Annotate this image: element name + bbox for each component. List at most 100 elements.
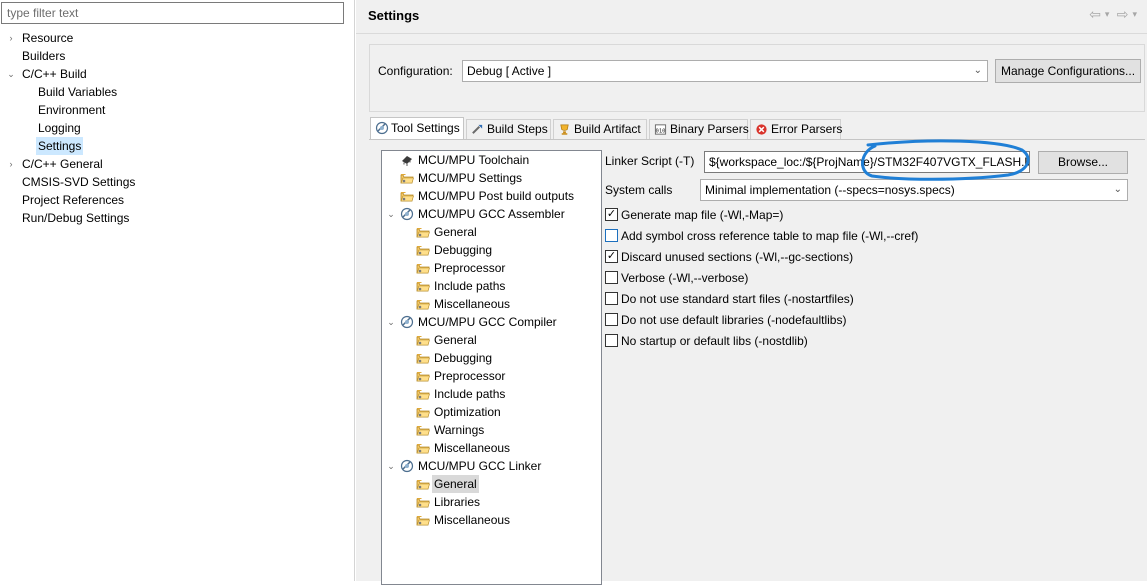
tree-item[interactable]: MCU/MPU Settings (382, 169, 601, 187)
folder-icon (416, 441, 430, 455)
chevron-down-icon[interactable]: ⌄ (386, 313, 396, 331)
tab-label: Build Steps (487, 122, 548, 136)
tool-icon (400, 459, 414, 473)
tree-item[interactable]: General (382, 223, 601, 241)
folder-icon (416, 477, 430, 491)
tool-settings-icon (375, 121, 389, 135)
back-arrow-icon[interactable]: ⇦ (1089, 6, 1101, 23)
forward-dropdown-icon[interactable]: ▾ (1132, 9, 1137, 20)
option-label: Do not use default libraries (-nodefault… (621, 313, 847, 327)
tab-binary-parsers[interactable]: 010 Binary Parsers (649, 119, 749, 139)
nav-item[interactable]: Build Variables (0, 83, 350, 101)
properties-nav-tree: › Resource Builders ⌄ C/C++ Build Build Varia… (0, 29, 350, 227)
tree-item[interactable]: Include paths (382, 277, 601, 295)
option-checkbox[interactable] (605, 334, 618, 347)
option-checkbox[interactable] (605, 271, 618, 284)
tab-error-parsers[interactable]: Error Parsers (750, 119, 843, 139)
configuration-select[interactable]: Debug [ Active ] ⌄ (462, 60, 988, 82)
tree-item-label: Warnings (434, 423, 485, 437)
chevron-down-icon[interactable]: ⌄ (6, 65, 16, 83)
system-calls-select[interactable]: Minimal implementation (--specs=nosys.sp… (700, 179, 1128, 201)
folder-icon (416, 297, 430, 311)
option-checkbox[interactable] (605, 313, 618, 326)
tree-item[interactable]: Miscellaneous (382, 439, 601, 457)
tree-item-label: General (434, 333, 477, 347)
nav-item-label: C/C++ General (22, 157, 103, 171)
tab-label: Build Artifact (574, 122, 641, 136)
nav-item[interactable]: CMSIS-SVD Settings (0, 173, 350, 191)
tree-item-label: Miscellaneous (434, 513, 511, 527)
properties-nav-pane: › Resource Builders ⌄ C/C++ Build Build Varia… (0, 0, 355, 581)
chevron-right-icon[interactable]: › (6, 29, 16, 47)
manage-configurations-button[interactable]: Manage Configurations... (995, 59, 1141, 83)
nav-item[interactable]: Settings (0, 137, 350, 155)
tree-item[interactable]: Debugging (382, 241, 601, 259)
nav-item-label: CMSIS-SVD Settings (22, 175, 136, 189)
tree-item[interactable]: MCU/MPU Toolchain (382, 151, 601, 169)
filter-input[interactable] (1, 2, 344, 24)
option-checkbox[interactable] (605, 292, 618, 305)
nav-item[interactable]: › C/C++ General (0, 155, 350, 173)
browse-button[interactable]: Browse... (1038, 151, 1128, 174)
tab-tool-settings[interactable]: Tool Settings (370, 117, 464, 139)
tree-item-label: Preprocessor (434, 261, 506, 275)
folder-icon (416, 243, 430, 257)
tree-item[interactable]: Warnings (382, 421, 601, 439)
configuration-label: Configuration: (378, 64, 453, 78)
nav-item[interactable]: Run/Debug Settings (0, 209, 350, 227)
tree-item[interactable]: ⌄ MCU/MPU GCC Linker (382, 457, 601, 475)
nav-item[interactable]: Project References (0, 191, 350, 209)
nav-item-label: Run/Debug Settings (22, 211, 130, 225)
linker-general-form: Linker Script (-T) ${workspace_loc:/${Pr… (605, 150, 1145, 580)
nav-item[interactable]: › Resource (0, 29, 350, 47)
tree-item-label: Preprocessor (434, 369, 506, 383)
settings-tabs: Tool Settings Build Steps Build Artifact 01… (369, 117, 1145, 139)
chevron-down-icon[interactable]: ⌄ (386, 457, 396, 475)
nav-item-label: Environment (38, 103, 106, 117)
folder-icon (416, 405, 430, 419)
folder-icon (400, 189, 414, 203)
linker-script-input[interactable]: ${workspace_loc:/${ProjName}/STM32F407VG… (704, 151, 1030, 173)
nav-item[interactable]: Logging (0, 119, 350, 137)
folder-icon (416, 513, 430, 527)
tree-item[interactable]: ⌄ MCU/MPU GCC Assembler (382, 205, 601, 223)
nav-item-label: Builders (22, 49, 66, 63)
chevron-down-icon[interactable]: ⌄ (386, 205, 396, 223)
tree-item[interactable]: MCU/MPU Post build outputs (382, 187, 601, 205)
nav-item-label: Project References (22, 193, 125, 207)
tree-item[interactable]: ⌄ MCU/MPU GCC Compiler (382, 313, 601, 331)
tree-item[interactable]: Include paths (382, 385, 601, 403)
tree-item[interactable]: Libraries (382, 493, 601, 511)
tree-item[interactable]: Optimization (382, 403, 601, 421)
forward-arrow-icon[interactable]: ⇨ (1117, 6, 1129, 23)
nav-item[interactable]: Builders (0, 47, 350, 65)
tree-item[interactable]: Miscellaneous (382, 295, 601, 313)
tab-build-steps[interactable]: Build Steps (466, 119, 551, 139)
tree-item[interactable]: General (382, 475, 601, 493)
tree-item[interactable]: Debugging (382, 349, 601, 367)
tree-item-label: Include paths (434, 387, 506, 401)
tree-item-label: MCU/MPU Toolchain (418, 153, 530, 167)
tab-label: Tool Settings (391, 121, 460, 135)
tree-item[interactable]: Preprocessor (382, 259, 601, 277)
history-nav: ⇦ ▾ ⇨ ▾ (1085, 6, 1137, 24)
chevron-right-icon[interactable]: › (6, 155, 16, 173)
folder-icon (400, 171, 414, 185)
back-dropdown-icon[interactable]: ▾ (1105, 9, 1110, 20)
option-checkbox[interactable] (605, 229, 618, 242)
build-artifact-icon (558, 123, 571, 136)
tree-item[interactable]: Miscellaneous (382, 511, 601, 529)
nav-item[interactable]: Environment (0, 101, 350, 119)
tool-settings-panel: MCU/MPU Toolchain MCU/MPU Settings MCU/MPU… (369, 140, 1145, 585)
tree-item[interactable]: Preprocessor (382, 367, 601, 385)
option-label: Verbose (-Wl,--verbose) (621, 271, 749, 285)
tree-item[interactable]: General (382, 331, 601, 349)
option-label: Do not use standard start files (-nostar… (621, 292, 854, 306)
nav-item-label: Resource (22, 31, 74, 45)
tab-label: Error Parsers (771, 122, 843, 136)
nav-item[interactable]: ⌄ C/C++ Build (0, 65, 350, 83)
option-checkbox[interactable]: ✓ (605, 250, 618, 263)
option-checkbox[interactable]: ✓ (605, 208, 618, 221)
tab-build-artifact[interactable]: Build Artifact (553, 119, 647, 139)
folder-icon (416, 369, 430, 383)
